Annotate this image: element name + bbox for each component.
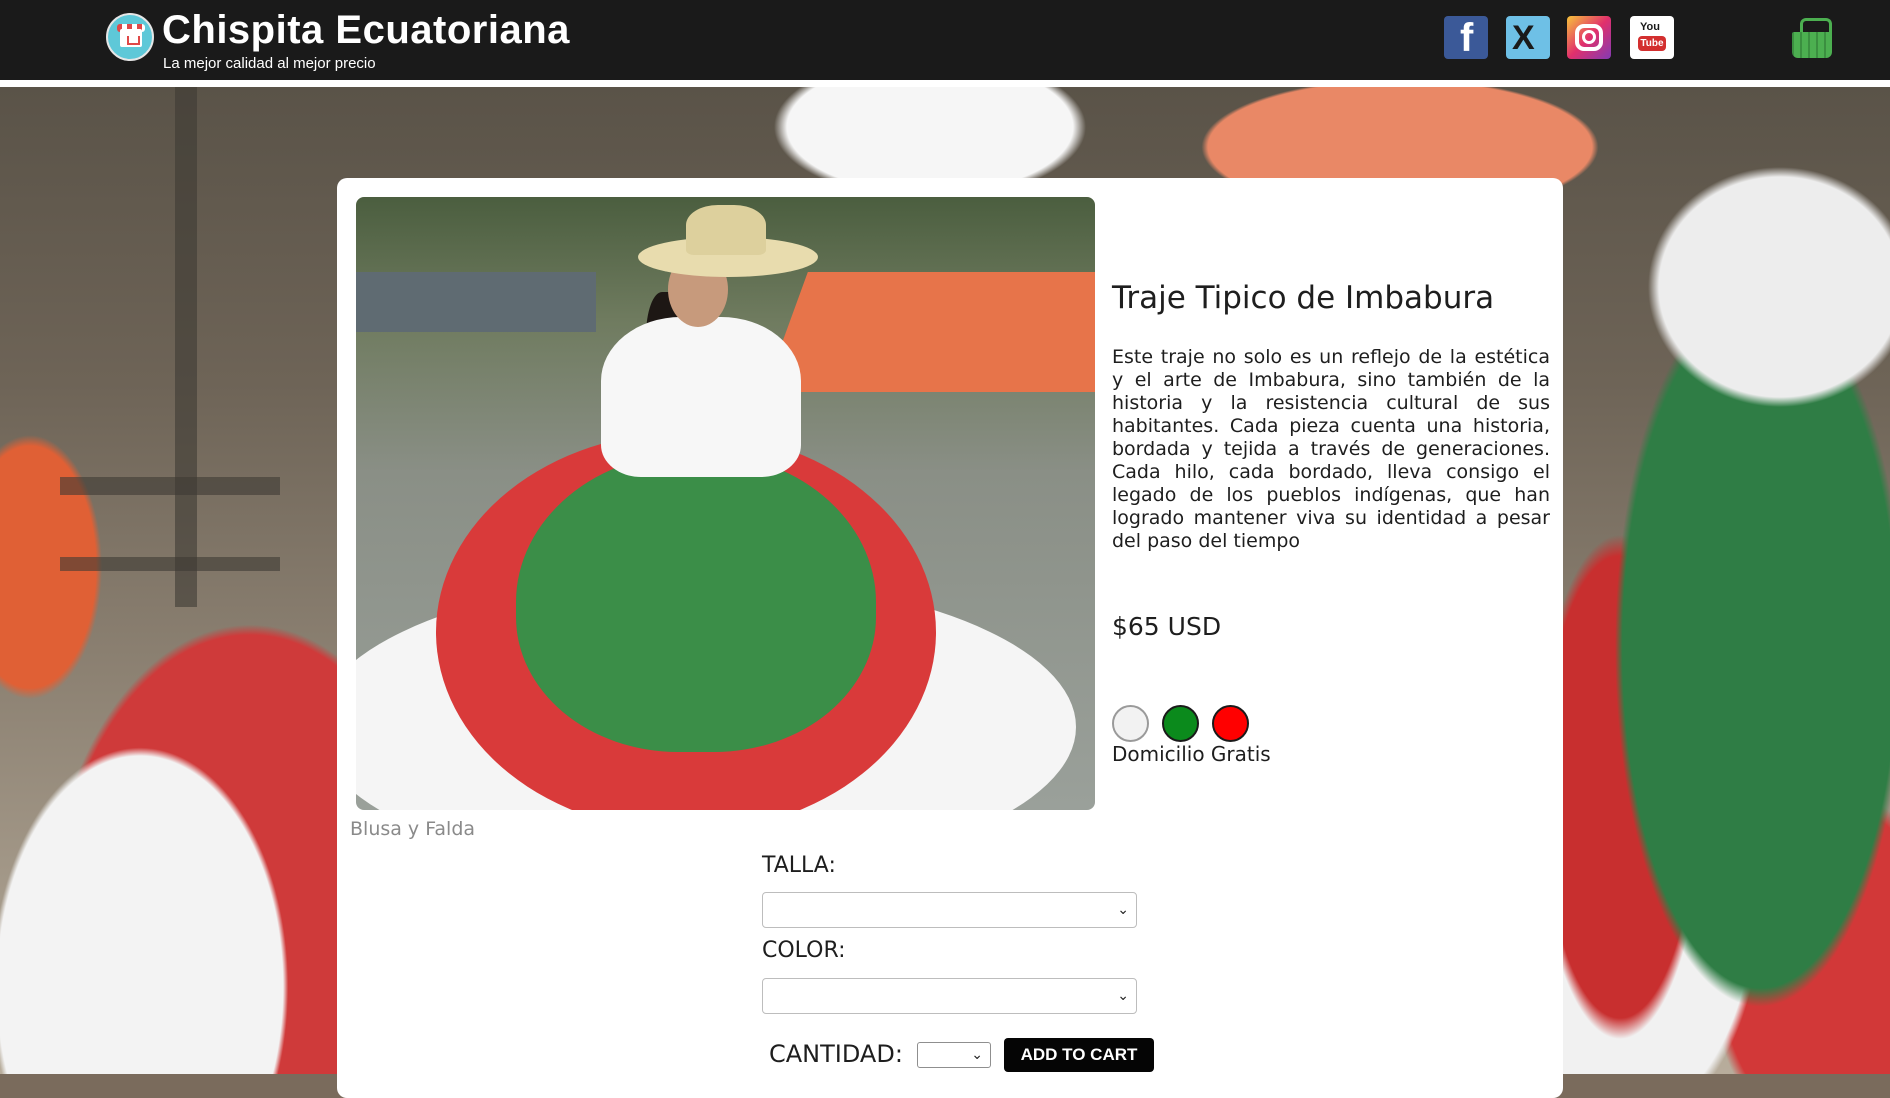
chevron-down-icon: ⌄	[1117, 988, 1129, 1004]
store-logo-icon[interactable]	[106, 13, 154, 61]
delivery-note: Domicilio Gratis	[1112, 742, 1271, 766]
brand-tagline: La mejor calidad al mejor precio	[163, 55, 376, 72]
product-price: $65 USD	[1112, 612, 1222, 641]
size-select[interactable]: ⌄	[762, 892, 1137, 928]
site-header: Chispita Ecuatoriana La mejor calidad al…	[0, 0, 1890, 87]
quantity-label: CANTIDAD:	[769, 1040, 903, 1068]
brand-name[interactable]: Chispita Ecuatoriana	[162, 8, 570, 53]
product-image	[356, 197, 1095, 810]
color-swatch-white[interactable]	[1112, 705, 1149, 742]
youtube-icon[interactable]: You Tube	[1630, 16, 1674, 59]
size-label: TALLA:	[762, 853, 836, 878]
image-caption: Blusa y Falda	[350, 818, 476, 840]
instagram-icon[interactable]	[1567, 16, 1611, 59]
x-twitter-icon[interactable]: X	[1506, 16, 1550, 59]
chevron-down-icon: ⌄	[971, 1047, 983, 1063]
product-title: Traje Tipico de Imbabura	[1112, 280, 1495, 316]
product-description: Este traje no solo es un reflejo de la e…	[1112, 346, 1550, 552]
quantity-select[interactable]: ⌄	[917, 1042, 991, 1068]
facebook-icon[interactable]: f	[1444, 16, 1488, 60]
add-to-cart-button[interactable]: ADD TO CART	[1004, 1038, 1154, 1072]
shopping-basket-icon[interactable]	[1788, 16, 1836, 62]
color-label: COLOR:	[762, 938, 846, 963]
product-card: Blusa y Falda Traje Tipico de Imbabura E…	[337, 178, 1563, 1098]
color-swatch-green[interactable]	[1162, 705, 1199, 742]
color-select[interactable]: ⌄	[762, 978, 1137, 1014]
chevron-down-icon: ⌄	[1117, 902, 1129, 918]
color-swatch-red[interactable]	[1212, 705, 1249, 742]
